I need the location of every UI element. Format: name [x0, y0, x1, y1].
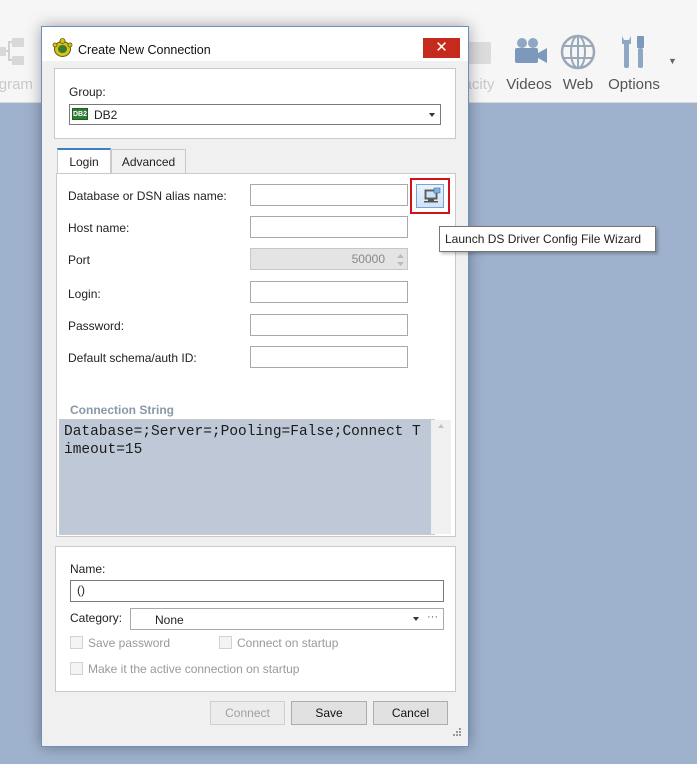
computer-network-icon — [424, 187, 441, 203]
make-active-label: Make it the active connection on startup — [88, 662, 300, 676]
category-select[interactable]: None ··· — [130, 608, 444, 630]
details-panel: Name: () Category: None ··· Save passwor… — [55, 546, 456, 692]
make-active-checkbox[interactable] — [70, 662, 83, 675]
connection-string-label: Connection String — [66, 403, 178, 417]
create-connection-dialog: Create New Connection ✕ Group: DB2 DB2 L… — [41, 26, 656, 747]
tab-advanced[interactable]: Advanced — [111, 149, 186, 175]
app-logo-icon — [52, 38, 73, 57]
globe-icon — [546, 30, 610, 74]
chevron-down-icon[interactable] — [429, 113, 435, 117]
close-button[interactable]: ✕ — [423, 38, 460, 58]
toolbar-web-button[interactable]: Web — [546, 30, 610, 100]
toolbar-web-label: Web — [562, 76, 594, 93]
spin-down-icon[interactable] — [397, 261, 404, 267]
spin-up-icon[interactable] — [397, 253, 404, 259]
category-more-button[interactable]: ··· — [427, 611, 438, 623]
password-label: Password: — [68, 319, 125, 333]
login-input[interactable] — [250, 281, 408, 303]
password-input[interactable] — [250, 314, 408, 336]
toolbar-diagram-button[interactable]: iagram — [0, 30, 42, 100]
name-input[interactable]: () — [70, 580, 444, 602]
save-button[interactable]: Save — [291, 701, 367, 725]
scroll-up-icon[interactable] — [431, 420, 451, 432]
group-panel: Group: DB2 DB2 — [54, 68, 456, 139]
database-input[interactable] — [250, 184, 408, 206]
dialog-title: Create New Connection — [78, 43, 211, 57]
wizard-tooltip: Launch DS Driver Config File Wizard — [439, 226, 656, 252]
toolbar-diagram-label: iagram — [0, 76, 33, 93]
connection-string-scrollbar[interactable] — [431, 420, 451, 534]
toolbar-options-label: Options — [608, 76, 660, 93]
diagram-icon — [0, 30, 42, 74]
database-label: Database or DSN alias name: — [68, 189, 227, 203]
save-password-checkbox[interactable] — [70, 636, 83, 649]
db2-icon: DB2 — [72, 108, 88, 120]
connect-on-startup-checkbox[interactable] — [219, 636, 232, 649]
schema-label: Default schema/auth ID: — [68, 351, 197, 365]
toolbar-more-chevron-icon[interactable]: ▼ — [668, 56, 677, 66]
category-label: Category: — [70, 611, 123, 625]
port-stepper[interactable]: 50000 — [250, 248, 408, 270]
connection-string-box[interactable]: Database=;Server=;Pooling=False;Connect … — [59, 419, 451, 535]
host-input[interactable] — [250, 216, 408, 238]
connection-string-text[interactable]: Database=;Server=;Pooling=False;Connect … — [64, 423, 429, 459]
cancel-button[interactable]: Cancel — [373, 701, 448, 725]
name-label: Name: — [70, 562, 106, 576]
connect-on-startup-label: Connect on startup — [237, 636, 339, 650]
group-selected-value: DB2 — [94, 108, 118, 122]
dialog-titlebar[interactable]: Create New Connection ✕ — [42, 27, 468, 61]
tools-icon — [602, 30, 666, 74]
port-value: 50000 — [351, 252, 385, 266]
wizard-button-face — [416, 184, 444, 208]
save-password-label: Save password — [88, 636, 171, 650]
schema-input[interactable] — [250, 346, 408, 368]
login-label: Login: — [68, 287, 101, 301]
group-label: Group: — [69, 85, 106, 99]
host-label: Host name: — [68, 221, 130, 235]
chevron-down-icon[interactable] — [413, 617, 419, 621]
launch-wizard-button[interactable] — [410, 178, 450, 214]
category-selected-value: None — [155, 613, 184, 627]
toolbar-options-button[interactable]: Options — [602, 30, 666, 100]
connect-button[interactable]: Connect — [210, 701, 285, 725]
resize-grip-icon[interactable] — [452, 727, 462, 737]
port-label: Port — [68, 253, 91, 267]
tab-login[interactable]: Login — [57, 148, 111, 174]
group-select[interactable]: DB2 DB2 — [69, 104, 441, 125]
